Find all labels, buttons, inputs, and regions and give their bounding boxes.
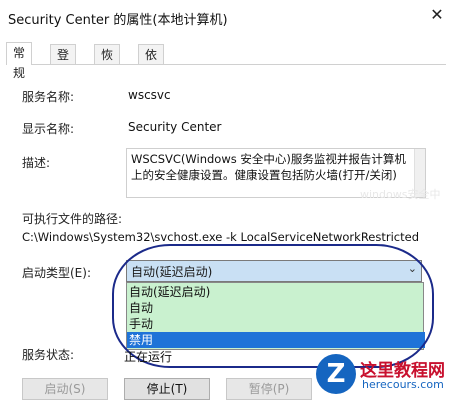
- logo-icon: Z: [316, 354, 356, 394]
- tab-recovery[interactable]: 恢复: [94, 44, 121, 82]
- watermark-text: windows安全中: [360, 188, 441, 201]
- display-name-label: 显示名称:: [22, 122, 75, 136]
- stop-button[interactable]: 停止(T): [124, 378, 210, 400]
- path-value: C:\Windows\System32\svchost.exe -k Local…: [22, 230, 420, 244]
- service-status-value: 正在运行: [124, 350, 173, 364]
- description-line: WSCSVC(Windows 安全中心)服务监视并报告计算机: [131, 152, 406, 166]
- start-button[interactable]: 启动(S): [22, 378, 108, 400]
- tab-general[interactable]: 常规: [6, 42, 33, 80]
- description-line: 上的安全健康设置。健康设置包括防火墙(打开/关闭): [131, 168, 397, 182]
- close-icon[interactable]: ✕: [428, 6, 446, 24]
- title-bar: Security Center 的属性(本地计算机) ✕: [0, 0, 461, 36]
- window-title: Security Center 的属性(本地计算机): [8, 13, 228, 28]
- service-name-value: wscsvc: [128, 88, 171, 102]
- service-status-label: 服务状态:: [22, 348, 75, 362]
- service-name-label: 服务名称:: [22, 90, 75, 104]
- display-name-value: Security Center: [128, 120, 222, 134]
- tab-dependencies[interactable]: 依存关系: [138, 44, 165, 122]
- logo-url: herecours.com: [362, 378, 444, 391]
- pause-button[interactable]: 暂停(P): [226, 378, 312, 400]
- path-label: 可执行文件的路径:: [22, 212, 123, 226]
- tab-logon[interactable]: 登录: [50, 44, 77, 82]
- site-logo: Z 这里教程网 herecours.com: [316, 352, 456, 396]
- description-label: 描述:: [22, 156, 51, 170]
- startup-type-label: 启动类型(E):: [22, 266, 91, 280]
